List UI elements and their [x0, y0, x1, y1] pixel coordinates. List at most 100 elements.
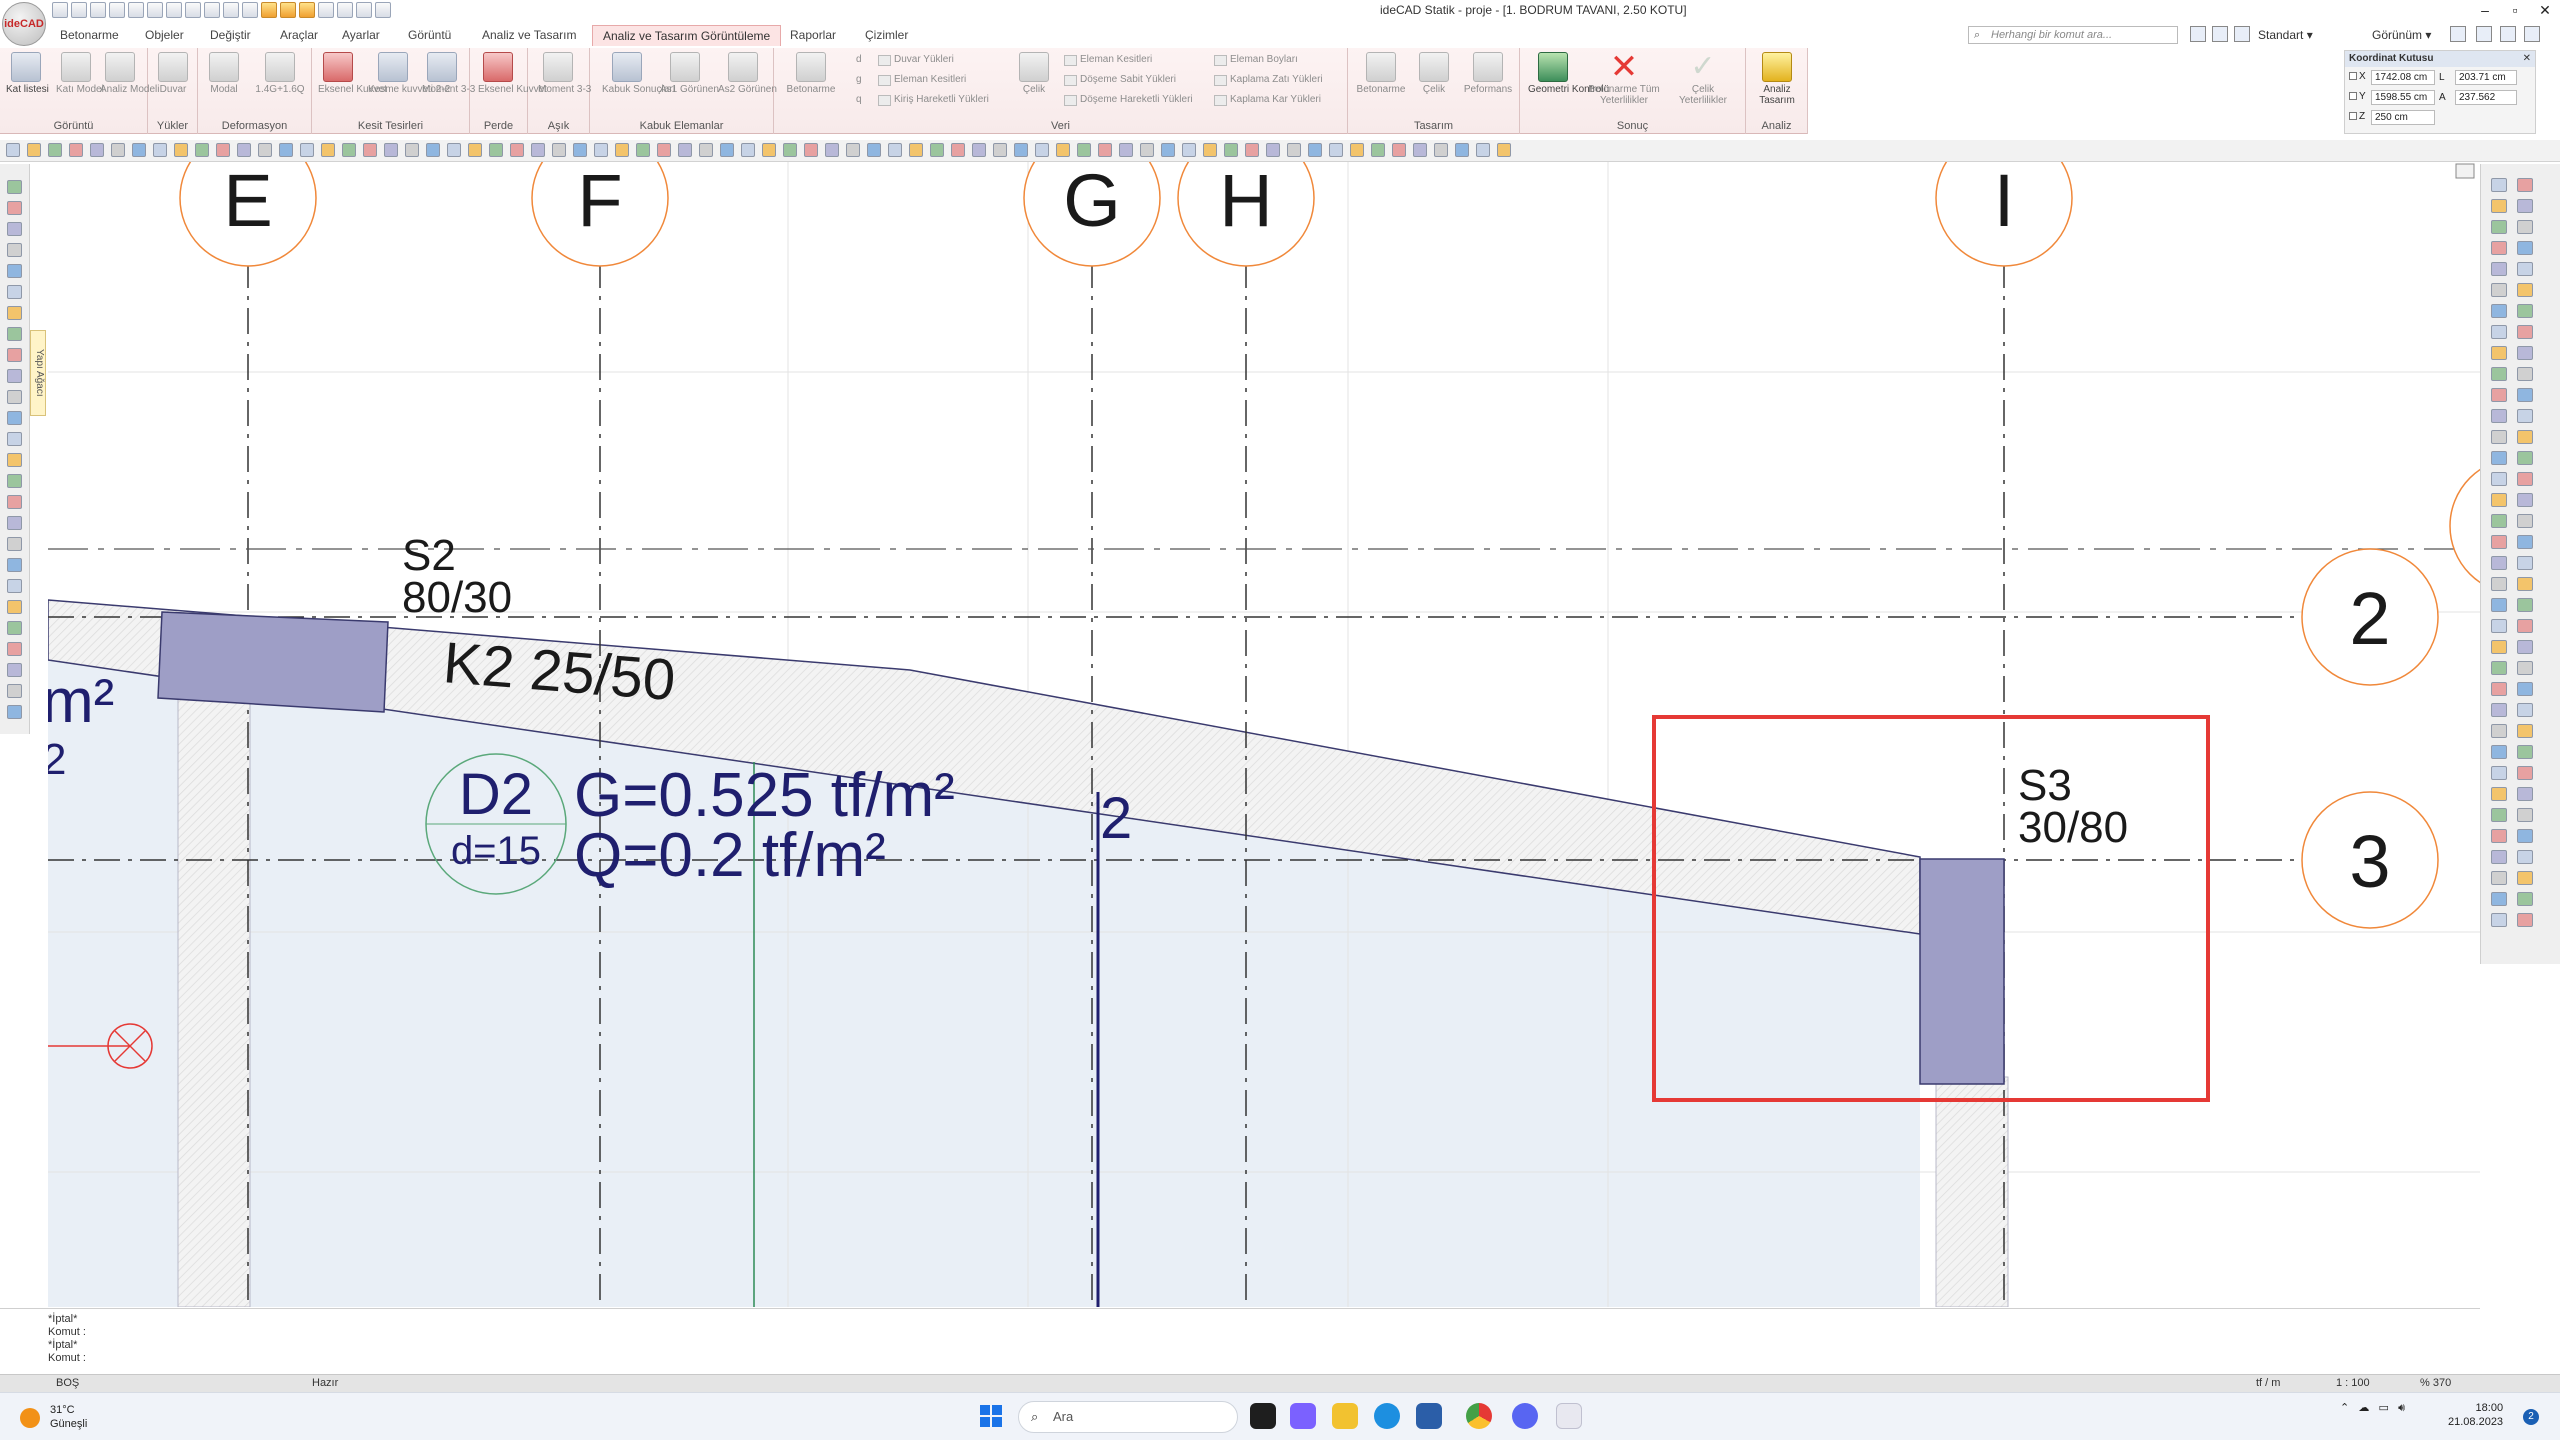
right-palette-icon[interactable]: [2491, 577, 2507, 591]
app-logo[interactable]: ideCAD: [2, 2, 46, 46]
drawing-tool-icon[interactable]: [27, 143, 41, 157]
drawing-tool-icon[interactable]: [1077, 143, 1091, 157]
quick-access-icon[interactable]: [52, 2, 68, 18]
axis-label-e[interactable]: E: [223, 162, 272, 242]
right-palette-icon[interactable]: [2491, 745, 2507, 759]
drawing-tool-icon[interactable]: [384, 143, 398, 157]
drawing-tool-icon[interactable]: [510, 143, 524, 157]
left-palette-icon[interactable]: [7, 327, 22, 341]
status-scale[interactable]: 1 : 100: [2336, 1377, 2370, 1389]
left-palette-icon[interactable]: [7, 243, 22, 257]
right-palette-icon[interactable]: [2517, 409, 2533, 423]
x-lock-checkbox[interactable]: [2349, 72, 2357, 81]
right-palette-icon[interactable]: [2491, 199, 2507, 213]
quick-access-icon[interactable]: [185, 2, 201, 18]
right-palette-icon[interactable]: [2491, 283, 2507, 297]
left-palette-icon[interactable]: [7, 495, 22, 509]
right-palette-icon[interactable]: [2517, 283, 2533, 297]
right-palette-icon[interactable]: [2491, 472, 2507, 486]
kaplama-kar-yukleri-item[interactable]: Kaplama Kar Yükleri: [1214, 94, 1321, 106]
celik-yeterlilik-button[interactable]: ✓ Çelik Yeterlilikler: [1670, 52, 1736, 107]
command-prompt[interactable]: Komut :: [48, 1352, 86, 1364]
idecad-taskbar-icon[interactable]: [1556, 1403, 1582, 1429]
right-palette-icon[interactable]: [2491, 619, 2507, 633]
right-palette-icon[interactable]: [2517, 241, 2533, 255]
right-palette-icon[interactable]: [2491, 766, 2507, 780]
drawing-tool-icon[interactable]: [1287, 143, 1301, 157]
right-palette-icon[interactable]: [2517, 388, 2533, 402]
help-icon[interactable]: [2476, 26, 2492, 42]
drawing-tool-icon[interactable]: [762, 143, 776, 157]
drawing-tool-icon[interactable]: [1203, 143, 1217, 157]
tab-cizimler[interactable]: Çizimler: [865, 28, 908, 42]
drawing-tool-icon[interactable]: [1497, 143, 1511, 157]
drawing-tool-icon[interactable]: [1224, 143, 1238, 157]
doseme-hareketli-yukleri-item[interactable]: Döşeme Hareketli Yükleri: [1064, 94, 1193, 106]
right-palette-icon[interactable]: [2491, 598, 2507, 612]
drawing-tool-icon[interactable]: [825, 143, 839, 157]
drawing-tool-icon[interactable]: [321, 143, 335, 157]
drawing-tool-icon[interactable]: [993, 143, 1007, 157]
axis-label-3[interactable]: 3: [2349, 820, 2390, 903]
right-palette-icon[interactable]: [2517, 220, 2533, 234]
right-palette-icon[interactable]: [2491, 409, 2507, 423]
drawing-tool-icon[interactable]: [300, 143, 314, 157]
right-palette-icon[interactable]: [2517, 850, 2533, 864]
drawing-tool-icon[interactable]: [951, 143, 965, 157]
left-palette-icon[interactable]: [7, 705, 22, 719]
drawing-tool-icon[interactable]: [930, 143, 944, 157]
z-lock-checkbox[interactable]: [2349, 112, 2357, 121]
drawing-tool-icon[interactable]: [468, 143, 482, 157]
eleman-kesitleri-item[interactable]: Eleman Kesitleri: [878, 74, 966, 86]
tab-analiz-tasarim[interactable]: Analiz ve Tasarım: [482, 28, 576, 42]
drawing-tool-icon[interactable]: [888, 143, 902, 157]
right-palette-icon[interactable]: [2491, 430, 2507, 444]
right-palette-icon[interactable]: [2517, 493, 2533, 507]
command-search-input[interactable]: ⌕ Herhangi bir komut ara...: [1968, 26, 2178, 44]
drawing-tool-icon[interactable]: [1056, 143, 1070, 157]
left-palette-icon[interactable]: [7, 222, 22, 236]
axis-label-h[interactable]: H: [1219, 162, 1272, 242]
quick-access-icon[interactable]: [147, 2, 163, 18]
quick-access-icon[interactable]: [90, 2, 106, 18]
right-palette-icon[interactable]: [2517, 577, 2533, 591]
left-palette-icon[interactable]: [7, 285, 22, 299]
peformans-button[interactable]: Peformans: [1462, 52, 1514, 95]
drawing-tool-icon[interactable]: [783, 143, 797, 157]
drawing-tool-icon[interactable]: [573, 143, 587, 157]
left-palette-icon[interactable]: [7, 201, 22, 215]
right-palette-icon[interactable]: [2517, 262, 2533, 276]
drawing-tool-icon[interactable]: [195, 143, 209, 157]
right-palette-icon[interactable]: [2491, 556, 2507, 570]
left-palette-icon[interactable]: [7, 663, 22, 677]
drawing-tool-icon[interactable]: [1266, 143, 1280, 157]
status-unit[interactable]: tf / m: [2256, 1377, 2280, 1389]
tab-betonarme[interactable]: Betonarme: [60, 28, 119, 42]
as2-button[interactable]: As2 Görünen: [718, 52, 777, 95]
drawing-tool-icon[interactable]: [678, 143, 692, 157]
right-palette-icon[interactable]: [2517, 346, 2533, 360]
drawing-tool-icon[interactable]: [867, 143, 881, 157]
z-value-field[interactable]: 250 cm: [2371, 110, 2435, 125]
left-palette-icon[interactable]: [7, 516, 22, 530]
right-palette-icon[interactable]: [2491, 703, 2507, 717]
drawing-tool-icon[interactable]: [90, 143, 104, 157]
right-palette-icon[interactable]: [2517, 871, 2533, 885]
teams-icon[interactable]: [1290, 1403, 1316, 1429]
axis-label-i[interactable]: I: [1994, 162, 2015, 242]
left-palette-icon[interactable]: [7, 684, 22, 698]
right-palette-icon[interactable]: [2517, 829, 2533, 843]
kati-model-button[interactable]: Katı Model: [56, 52, 104, 95]
style-dropdown[interactable]: Standart ▾: [2258, 28, 2313, 42]
doseme-sabit-yukleri-item[interactable]: Döşeme Sabit Yükleri: [1064, 74, 1176, 86]
left-palette-icon[interactable]: [7, 537, 22, 551]
column-s3[interactable]: [1919, 858, 2005, 1085]
drawing-tool-icon[interactable]: [594, 143, 608, 157]
right-palette-icon[interactable]: [2491, 892, 2507, 906]
right-palette-icon[interactable]: [2491, 850, 2507, 864]
right-palette-icon[interactable]: [2517, 199, 2533, 213]
print-icon[interactable]: [2212, 26, 2228, 42]
drawing-tool-icon[interactable]: [1098, 143, 1112, 157]
drawing-tool-icon[interactable]: [1371, 143, 1385, 157]
right-palette-icon[interactable]: [2517, 619, 2533, 633]
